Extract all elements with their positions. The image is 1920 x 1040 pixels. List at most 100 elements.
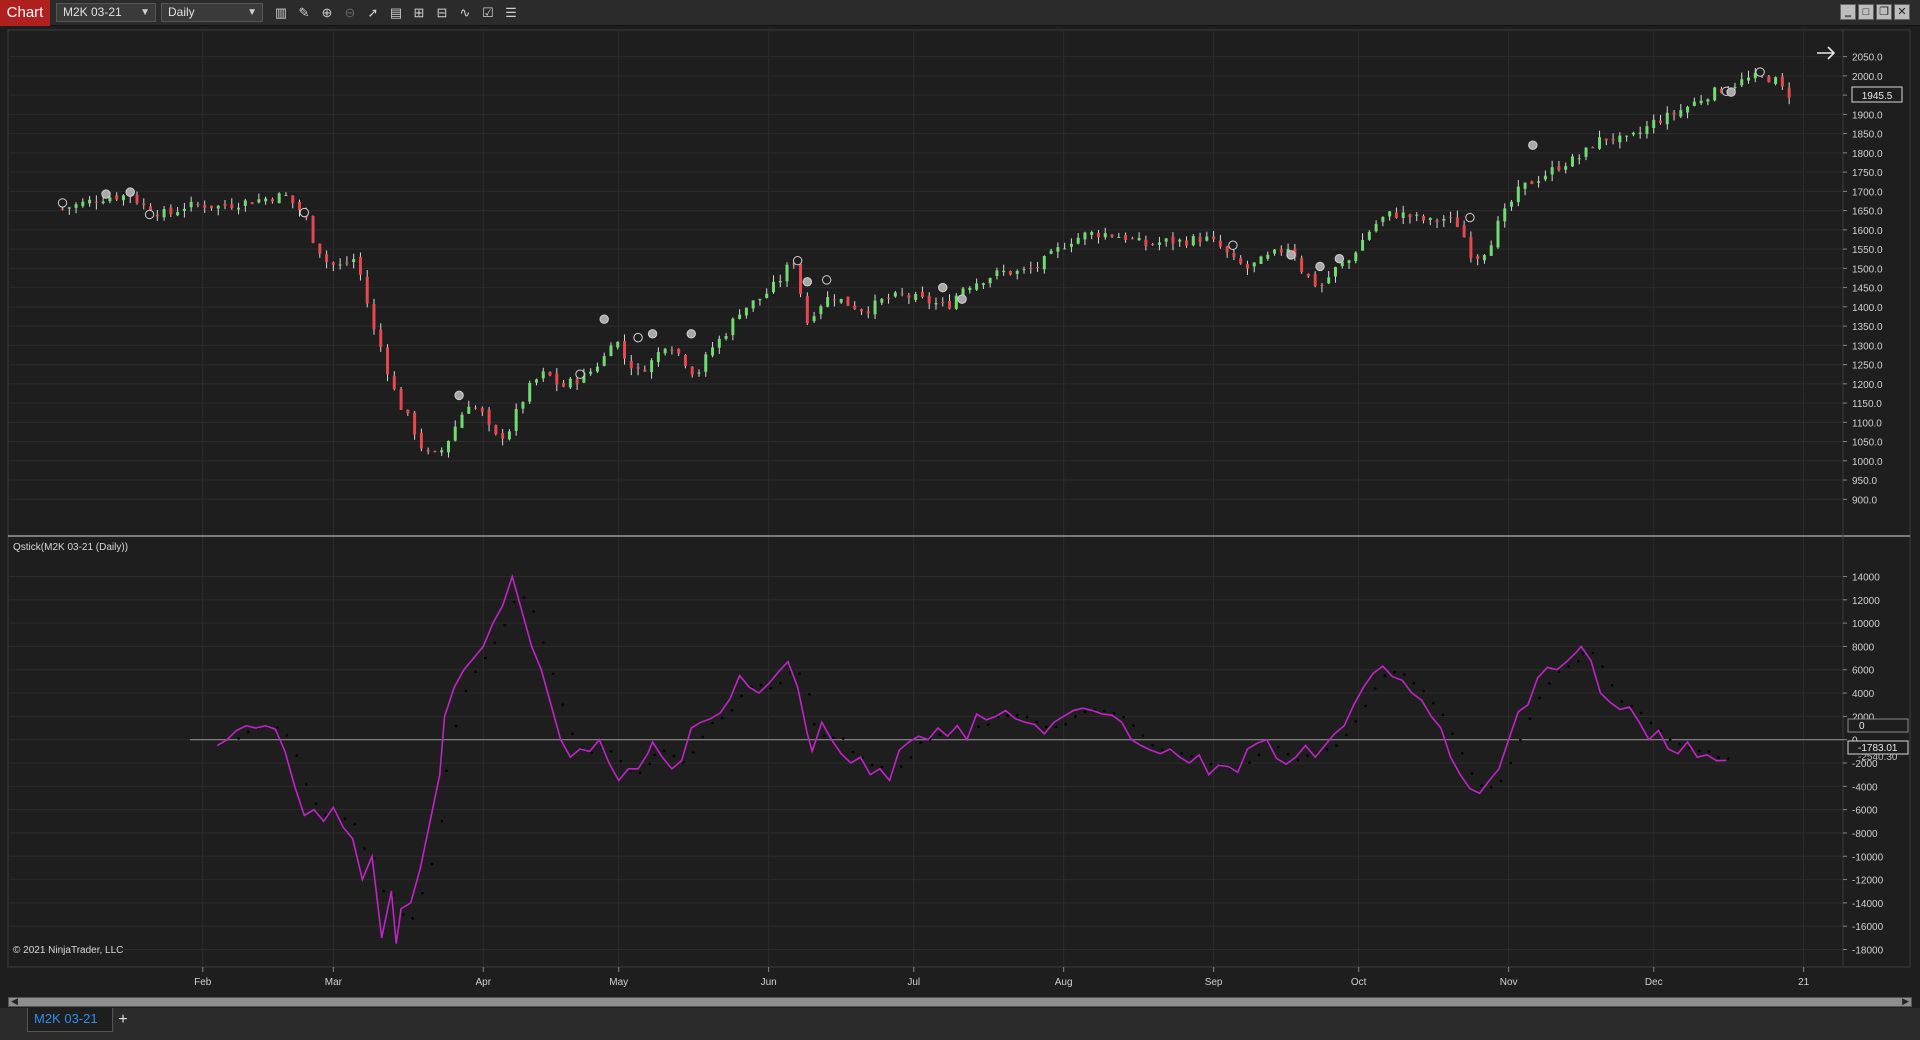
properties-icon[interactable]: ☑ (479, 4, 497, 22)
qstick-signal-dot (1016, 713, 1019, 717)
qstick-signal-dot (1151, 743, 1155, 747)
drawing-tool-icon[interactable]: ✎ (295, 4, 313, 22)
up-candle (534, 379, 538, 383)
down-candle (223, 204, 227, 206)
price-tick-label: 1350.0 (1852, 322, 1883, 333)
qstick-signal-dot (1190, 755, 1193, 758)
down-candle (433, 451, 437, 453)
qstick-signal-dot (691, 751, 695, 754)
swing-marker (101, 189, 111, 199)
up-candle (1706, 99, 1710, 102)
qstick-signal-dot (1567, 664, 1570, 668)
up-candle (711, 347, 715, 356)
price-tick-label: 1300.0 (1852, 341, 1883, 352)
up-candle (988, 278, 992, 284)
restore-icon[interactable]: ❐ (1876, 4, 1892, 20)
swing-marker (299, 207, 310, 218)
price-tick-label: 950.0 (1852, 476, 1877, 487)
instrument-selector[interactable]: M2K 03-21 ▼ (56, 3, 156, 22)
minimize-icon[interactable]: ‗ (1840, 4, 1856, 20)
qstick-signal-dot (522, 596, 526, 600)
up-candle (1178, 239, 1182, 242)
price-tick-label: 1250.0 (1852, 361, 1883, 372)
time-tick-label: Dec (1645, 977, 1663, 988)
qstick-signal-dot (1025, 715, 1029, 719)
down-candle (372, 304, 376, 330)
down-candle (480, 408, 484, 412)
swing-marker (802, 277, 813, 287)
qstick-signal-dot (1620, 700, 1624, 703)
time-tick-label: Nov (1500, 977, 1518, 988)
swing-marker (647, 329, 658, 339)
down-candle (419, 432, 423, 449)
down-candle (575, 379, 579, 384)
down-candle (670, 349, 674, 351)
qstick-tick-label: -10000 (1852, 852, 1884, 863)
up-candle (765, 293, 769, 298)
up-candle (1570, 156, 1574, 167)
chevron-down-icon: ▼ (247, 7, 257, 18)
qstick-signal-dot (832, 736, 835, 740)
down-candle (426, 449, 430, 452)
qstick-tick-label: -4000 (1852, 782, 1878, 793)
swing-marker (57, 198, 68, 208)
list-icon[interactable]: ☰ (502, 4, 520, 22)
up-candle (1327, 277, 1331, 284)
zoom-out-icon[interactable]: ⊖ (341, 4, 359, 22)
indicators-icon[interactable]: ∿ (456, 4, 474, 22)
down-candle (365, 276, 369, 304)
down-candle (1306, 273, 1310, 277)
chart-canvas[interactable]: 2050.02000.01950.01900.01850.01800.01750… (0, 27, 1920, 997)
time-tick-label: Feb (194, 977, 212, 988)
chart-panel[interactable]: 2050.02000.01950.01900.01850.01800.01750… (0, 27, 1920, 997)
time-axis[interactable]: Feb Mar Apr May Jun Jul Aug Sep Oct Nov Dec 21 (194, 967, 1810, 988)
maximize-icon[interactable]: □ (1858, 4, 1874, 20)
down-candle (548, 371, 552, 376)
up-candle (778, 281, 782, 283)
qstick-signal-dot (977, 725, 980, 728)
up-candle (1686, 106, 1690, 113)
time-tick-label: 21 (1798, 977, 1810, 988)
horizontal-scrollbar[interactable]: ◀ ▶ (8, 996, 1912, 1007)
price-tick-label: 900.0 (1852, 495, 1877, 506)
timeframe-selector[interactable]: Daily ▼ (161, 3, 263, 22)
up-candle (182, 208, 186, 211)
pointer-icon[interactable]: ➚ (364, 4, 382, 22)
qstick-signal-dot (1132, 724, 1135, 727)
down-candle (690, 366, 694, 375)
up-candle (785, 264, 789, 282)
zoom-in-icon[interactable]: ⊕ (318, 4, 336, 22)
scroll-left-icon[interactable]: ◀ (11, 996, 18, 1007)
swing-marker (144, 209, 155, 220)
qstick-signal-dot (1325, 748, 1329, 751)
indicator-label: Qstick(M2K 03-21 (Daily)) (13, 542, 128, 553)
scroll-right-icon[interactable]: ▶ (1902, 996, 1909, 1007)
qstick-signal-dot (1538, 696, 1541, 700)
up-candle (812, 316, 816, 322)
qstick-signal-dot (682, 760, 685, 764)
chart-window-label[interactable]: Chart (0, 0, 50, 26)
up-candle (460, 414, 464, 428)
swing-marker (1315, 261, 1325, 272)
down-candle (494, 425, 498, 435)
strategies-icon[interactable]: ⊟ (433, 4, 451, 22)
down-candle (1239, 258, 1243, 264)
data-box-icon[interactable]: ▤ (387, 4, 405, 22)
qstick-signal-dot (246, 730, 250, 734)
qstick-signal-dot (305, 783, 308, 786)
price-tick-label: 1150.0 (1852, 399, 1882, 410)
qstick-signal-dot (1402, 673, 1406, 676)
tab-instrument[interactable]: M2K 03-21 (27, 1008, 113, 1032)
down-candle (799, 263, 803, 295)
qstick-signal-dot (779, 681, 782, 685)
swing-marker (1726, 87, 1736, 97)
templates-icon[interactable]: ⊞ (410, 4, 428, 22)
down-candle (399, 389, 403, 410)
add-tab-icon[interactable]: + (114, 1011, 132, 1029)
qstick-tick-label: -12000 (1852, 876, 1884, 887)
close-icon[interactable]: ✕ (1894, 4, 1910, 20)
up-candle (1740, 79, 1744, 86)
qstick-signal-dot (483, 656, 487, 660)
down-candle (1449, 217, 1453, 219)
bar-type-icon[interactable]: ▥ (272, 4, 290, 22)
